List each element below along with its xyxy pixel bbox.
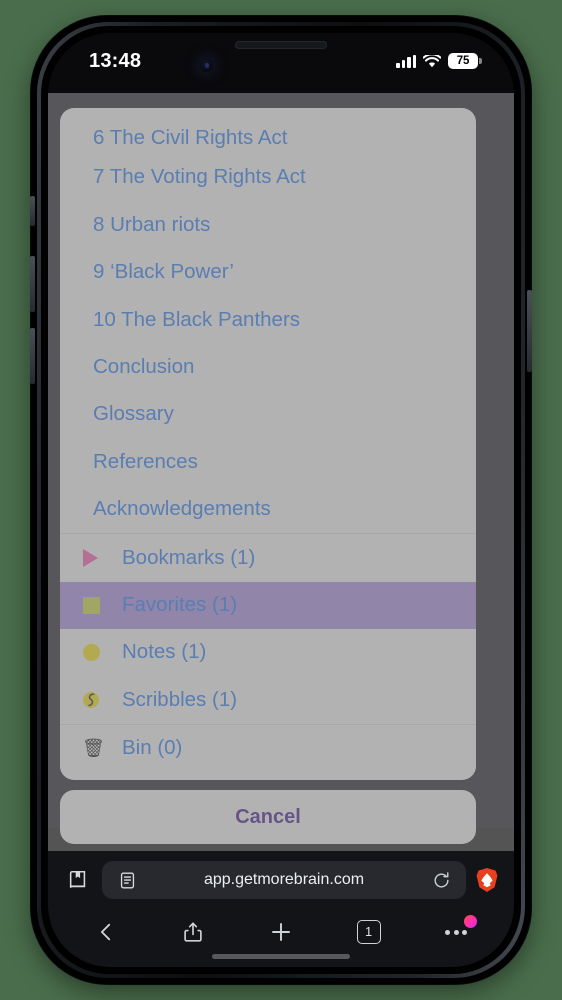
status-time: 13:48 <box>89 50 142 72</box>
battery-icon: 75 <box>448 53 482 69</box>
chevron-back-icon[interactable] <box>83 913 129 951</box>
toc-item[interactable]: Conclusion <box>60 344 476 391</box>
brave-lion-icon[interactable] <box>474 867 500 893</box>
sheet-scroll-area[interactable]: 6 The Civil Rights Act 7 The Voting Righ… <box>60 108 476 780</box>
volume-up-button[interactable] <box>30 256 35 312</box>
reader-mode-icon[interactable] <box>114 867 140 893</box>
sheet-item-favorites[interactable]: Favorites (1) <box>60 581 476 629</box>
toc-item[interactable]: 6 The Civil Rights Act <box>60 108 476 154</box>
toc-item[interactable]: 7 The Voting Rights Act <box>60 154 476 201</box>
toc-item[interactable]: References <box>60 438 476 485</box>
status-bar: 13:48 75 <box>48 33 514 93</box>
sheet-item-scribbles[interactable]: Scribbles (1) <box>60 676 476 724</box>
reload-icon[interactable] <box>428 867 454 893</box>
toc-item[interactable]: 8 Urban riots <box>60 201 476 248</box>
tab-count-label: 1 <box>356 920 381 944</box>
phone-screen: 13:48 75 6 The Civil Rights Act 7 The Vo… <box>48 33 514 967</box>
share-icon[interactable] <box>170 913 216 951</box>
plus-icon[interactable] <box>258 913 304 951</box>
power-button[interactable] <box>527 290 532 372</box>
toc-list: 6 The Civil Rights Act 7 The Voting Righ… <box>60 108 476 533</box>
cancel-button-wrap: Cancel <box>60 790 476 844</box>
sheet-item-label: Scribbles (1) <box>122 687 238 711</box>
status-indicators: 75 <box>396 53 482 69</box>
screenshot-root: 13:48 75 6 The Civil Rights Act 7 The Vo… <box>0 0 562 1000</box>
toc-item[interactable]: Glossary <box>60 391 476 438</box>
home-indicator[interactable] <box>212 954 350 959</box>
menu-badge-dot <box>464 915 478 928</box>
green-square-icon <box>82 596 116 614</box>
trash-bin-glyph: 🗑 <box>82 738 105 759</box>
cellular-bars-icon <box>396 54 416 68</box>
sheet-item-label: Bin (0) <box>122 736 183 760</box>
toc-item[interactable]: 9 ‘Black Power’ <box>60 249 476 296</box>
sheet-item-label: Notes (1) <box>122 640 207 664</box>
sheet-item-bin[interactable]: 🗑 Bin (0) <box>60 724 476 773</box>
yellow-circle-icon <box>82 644 116 662</box>
more-dots-icon[interactable] <box>433 913 479 951</box>
tab-count-button[interactable]: 1 <box>346 913 392 951</box>
sheet-item-bookmarks[interactable]: Bookmarks (1) <box>60 534 476 582</box>
pink-triangle-icon <box>82 548 116 567</box>
book-bookmark-icon[interactable] <box>62 864 94 896</box>
toc-item[interactable]: Acknowledgements <box>60 486 476 533</box>
url-text[interactable]: app.getmorebrain.com <box>148 871 420 889</box>
toc-item[interactable]: 10 The Black Panthers <box>60 296 476 343</box>
browser-toolbar: 1 <box>48 909 514 955</box>
url-bar[interactable]: app.getmorebrain.com <box>102 861 466 899</box>
scribble-circle-icon <box>82 691 116 708</box>
more-dots-glyph <box>445 929 468 935</box>
action-sheet: 6 The Civil Rights Act 7 The Voting Righ… <box>60 108 476 780</box>
cancel-button[interactable]: Cancel <box>60 790 476 844</box>
browser-chrome: app.getmorebrain.com 1 <box>48 851 514 967</box>
sheet-item-label: Favorites (1) <box>122 592 238 616</box>
battery-percent: 75 <box>456 55 470 67</box>
silent-switch[interactable] <box>30 196 35 226</box>
trash-bin-icon: 🗑 <box>82 739 116 757</box>
wifi-icon <box>423 54 441 67</box>
volume-down-button[interactable] <box>30 328 35 384</box>
sheet-item-notes[interactable]: Notes (1) <box>60 628 476 677</box>
sheet-item-label: Bookmarks (1) <box>122 545 256 569</box>
url-bar-row: app.getmorebrain.com <box>48 851 514 909</box>
